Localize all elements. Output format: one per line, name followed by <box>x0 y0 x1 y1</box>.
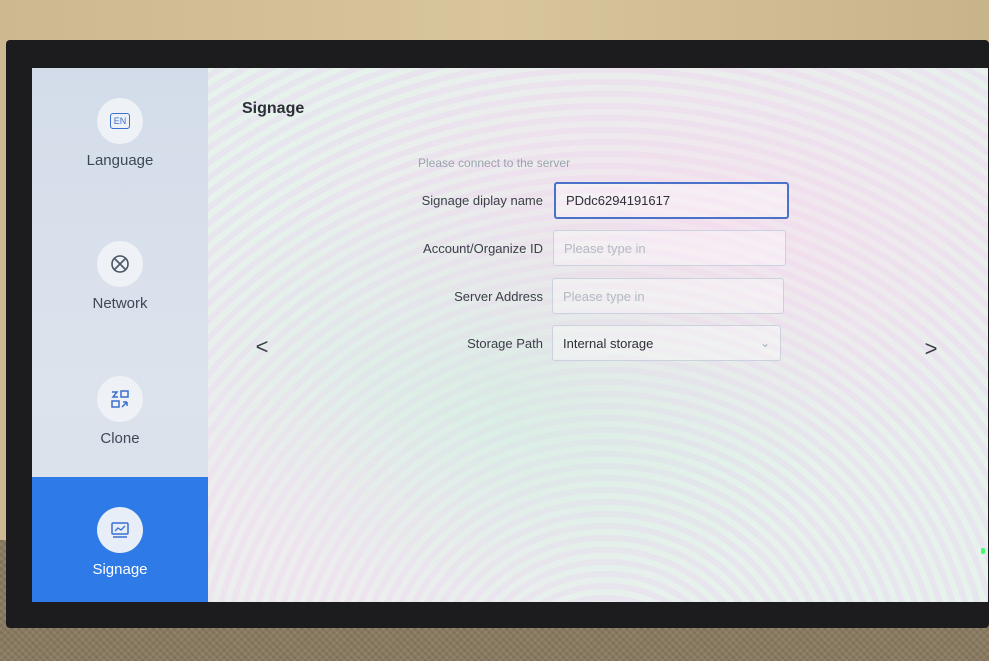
account-id-label: Account/Organize ID <box>423 241 543 256</box>
sidebar-item-label: Network <box>92 295 148 312</box>
server-address-label: Server Address <box>454 289 543 304</box>
monitor-screen: EN Language Network Clone Signage Signag… <box>32 68 988 602</box>
signage-icon <box>97 507 143 553</box>
network-icon <box>97 241 143 287</box>
display-name-input[interactable] <box>554 182 789 219</box>
server-hint: Please connect to the server <box>418 156 571 170</box>
language-icon: EN <box>97 98 143 144</box>
language-icon-text: EN <box>109 113 131 129</box>
page-title: Signage <box>242 100 305 117</box>
sidebar: EN Language Network Clone Signage <box>32 68 208 602</box>
prev-page-arrow[interactable]: < <box>250 334 274 360</box>
sidebar-item-network[interactable]: Network <box>32 241 208 312</box>
sidebar-item-clone[interactable]: Clone <box>32 376 208 447</box>
display-name-label: Signage diplay name <box>421 193 543 208</box>
next-page-arrow[interactable]: > <box>919 336 943 362</box>
power-led <box>981 548 985 554</box>
server-address-input[interactable] <box>552 278 784 314</box>
storage-path-label: Storage Path <box>467 336 543 351</box>
storage-path-select[interactable]: Internal storage ⌄ <box>552 325 781 361</box>
sidebar-item-label: Language <box>86 152 154 169</box>
clone-icon <box>97 376 143 422</box>
account-id-input[interactable] <box>553 230 786 266</box>
sidebar-item-language[interactable]: EN Language <box>32 98 208 169</box>
sidebar-item-label: Clone <box>100 430 140 447</box>
sidebar-item-label: Signage <box>92 561 148 578</box>
sidebar-item-signage[interactable]: Signage <box>32 477 208 602</box>
storage-path-value: Internal storage <box>563 335 654 351</box>
chevron-down-icon: ⌄ <box>759 336 770 350</box>
